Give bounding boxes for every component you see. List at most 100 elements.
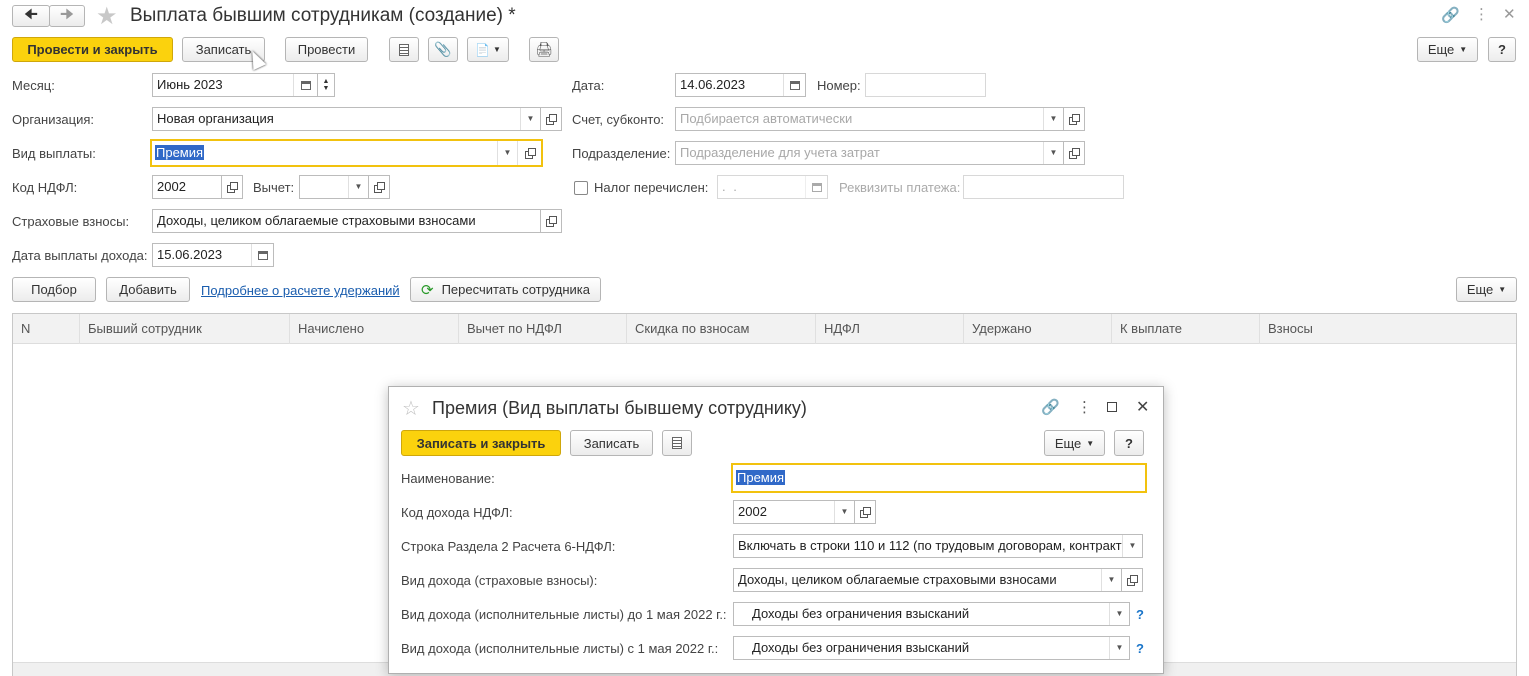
- ndfl-code-open-button[interactable]: [221, 175, 243, 199]
- dialog-row-dropdown[interactable]: ▼: [1122, 535, 1142, 557]
- dialog-exec-before-dropdown[interactable]: ▼: [1109, 603, 1129, 625]
- dialog-help-button[interactable]: ?: [1114, 430, 1144, 456]
- dialog-link-icon[interactable]: 🔗: [1041, 398, 1060, 416]
- dialog-insurance-dropdown[interactable]: ▼: [1101, 569, 1121, 591]
- chevron-down-icon: ▼: [322, 85, 330, 92]
- dialog-exec-before-help-icon[interactable]: ?: [1136, 607, 1144, 622]
- print-button[interactable]: 🖨: [529, 37, 559, 62]
- document-create-icon: 📄: [475, 42, 491, 57]
- number-label: Номер:: [817, 78, 861, 93]
- month-stepper[interactable]: ▲ ▼: [317, 73, 335, 97]
- details-link[interactable]: Подробнее о расчете удержаний: [201, 283, 400, 298]
- dialog-exec-after-label: Вид дохода (исполнительные листы) с 1 ма…: [401, 641, 719, 656]
- department-open-button[interactable]: [1063, 141, 1085, 165]
- calendar-button[interactable]: [251, 244, 273, 266]
- table-more-button[interactable]: Еще ▼: [1456, 277, 1517, 302]
- calendar-button[interactable]: [783, 74, 805, 96]
- column-contributions[interactable]: Взносы: [1260, 314, 1516, 344]
- column-former-employee[interactable]: Бывший сотрудник: [80, 314, 290, 344]
- organization-open-button[interactable]: [540, 107, 562, 131]
- back-button[interactable]: 🠈: [12, 5, 50, 27]
- column-n[interactable]: N: [13, 314, 80, 344]
- help-button[interactable]: ?: [1488, 37, 1516, 62]
- insurance-field[interactable]: Доходы, целиком облагаемые страховыми вз…: [152, 209, 541, 233]
- column-ndfl[interactable]: НДФЛ: [816, 314, 964, 344]
- dialog-maximize-icon[interactable]: [1107, 402, 1117, 412]
- calendar-icon: [300, 80, 311, 90]
- open-icon: [1069, 114, 1080, 125]
- dialog-list-button[interactable]: [662, 430, 692, 456]
- dialog-save-and-close-button[interactable]: Записать и закрыть: [401, 430, 561, 456]
- printer-icon: 🖨: [535, 41, 553, 57]
- deduction-label: Вычет:: [253, 180, 295, 195]
- more-button[interactable]: Еще ▼: [1417, 37, 1478, 62]
- dialog-ndfl-code-field[interactable]: 2002 ▼: [733, 500, 855, 524]
- dialog-insurance-label: Вид дохода (страховые взносы):: [401, 573, 598, 588]
- deduction-field[interactable]: ▼: [299, 175, 369, 199]
- calendar-button[interactable]: [805, 176, 827, 198]
- dialog-row-field[interactable]: Включать в строки 110 и 112 (по трудовым…: [733, 534, 1143, 558]
- link-icon[interactable]: 🔗: [1441, 6, 1460, 24]
- payment-details-field[interactable]: [963, 175, 1124, 199]
- tax-paid-checkbox[interactable]: [574, 181, 588, 195]
- dialog-exec-after-field[interactable]: Доходы без ограничения взысканий ▼: [733, 636, 1130, 660]
- account-dropdown[interactable]: ▼: [1043, 108, 1063, 130]
- ndfl-code-field[interactable]: 2002: [152, 175, 222, 199]
- dialog-favorite-star-icon[interactable]: ☆: [402, 396, 420, 421]
- month-field[interactable]: Июнь 2023: [152, 73, 318, 97]
- chevron-up-icon: ▲: [322, 78, 330, 85]
- column-contribution-discount[interactable]: Скидка по взносам: [627, 314, 816, 344]
- attach-button[interactable]: 📎: [428, 37, 458, 62]
- dialog-name-field[interactable]: Премия: [731, 463, 1147, 493]
- account-open-button[interactable]: [1063, 107, 1085, 131]
- pick-button[interactable]: Подбор: [12, 277, 96, 302]
- organization-field[interactable]: Новая организация ▼: [152, 107, 541, 131]
- dialog-close-icon[interactable]: ✕: [1136, 397, 1149, 417]
- column-accrued[interactable]: Начислено: [290, 314, 459, 344]
- payment-type-field[interactable]: Премия ▼: [150, 139, 543, 167]
- chevron-down-icon: ▼: [1498, 285, 1507, 294]
- payment-type-open-button[interactable]: [517, 141, 541, 165]
- dialog-ndfl-code-open-button[interactable]: [854, 500, 876, 524]
- post-and-close-button[interactable]: Провести и закрыть: [12, 37, 173, 62]
- deduction-open-button[interactable]: [368, 175, 390, 199]
- dialog-row-label: Строка Раздела 2 Расчета 6-НДФЛ:: [401, 539, 616, 554]
- dialog-exec-after-dropdown[interactable]: ▼: [1109, 637, 1129, 659]
- dialog-save-button[interactable]: Записать: [570, 430, 653, 456]
- dialog-insurance-open-button[interactable]: [1121, 568, 1143, 592]
- account-field[interactable]: Подбирается автоматически ▼: [675, 107, 1064, 131]
- add-button[interactable]: Добавить: [106, 277, 190, 302]
- payment-type-dropdown[interactable]: ▼: [497, 141, 517, 165]
- more-vertical-icon[interactable]: ⋮: [1474, 5, 1489, 23]
- open-icon: [546, 114, 557, 125]
- column-ndfl-deduction[interactable]: Вычет по НДФЛ: [459, 314, 627, 344]
- deduction-dropdown[interactable]: ▼: [348, 176, 368, 198]
- document-list-button[interactable]: [389, 37, 419, 62]
- number-field[interactable]: [865, 73, 986, 97]
- create-based-on-button[interactable]: 📄 ▼: [467, 37, 509, 62]
- dialog-insurance-field[interactable]: Доходы, целиком облагаемые страховыми вз…: [733, 568, 1122, 592]
- column-withheld[interactable]: Удержано: [964, 314, 1112, 344]
- close-icon[interactable]: ✕: [1503, 5, 1516, 23]
- favorite-star-icon[interactable]: ★: [96, 2, 118, 31]
- dialog-ndfl-code-dropdown[interactable]: ▼: [834, 501, 854, 523]
- department-field[interactable]: Подразделение для учета затрат ▼: [675, 141, 1064, 165]
- forward-button[interactable]: 🠊: [49, 5, 85, 27]
- post-button[interactable]: Провести: [285, 37, 368, 62]
- department-dropdown[interactable]: ▼: [1043, 142, 1063, 164]
- tax-paid-date-field[interactable]: . .: [717, 175, 828, 199]
- organization-dropdown[interactable]: ▼: [520, 108, 540, 130]
- recalculate-employee-button[interactable]: ⟳ Пересчитать сотрудника: [410, 277, 601, 302]
- column-to-pay[interactable]: К выплате: [1112, 314, 1260, 344]
- payment-type-label: Вид выплаты:: [12, 146, 96, 161]
- dialog-exec-before-field[interactable]: Доходы без ограничения взысканий ▼: [733, 602, 1130, 626]
- arrow-right-icon: 🠊: [60, 5, 74, 23]
- insurance-open-button[interactable]: [540, 209, 562, 233]
- calendar-button[interactable]: [293, 74, 317, 96]
- dialog-more-button[interactable]: Еще ▼: [1044, 430, 1105, 456]
- date-field[interactable]: 14.06.2023: [675, 73, 806, 97]
- income-date-field[interactable]: 15.06.2023: [152, 243, 274, 267]
- department-label: Подразделение:: [572, 146, 671, 161]
- dialog-more-vertical-icon[interactable]: ⋮: [1077, 398, 1092, 416]
- dialog-exec-after-help-icon[interactable]: ?: [1136, 641, 1144, 656]
